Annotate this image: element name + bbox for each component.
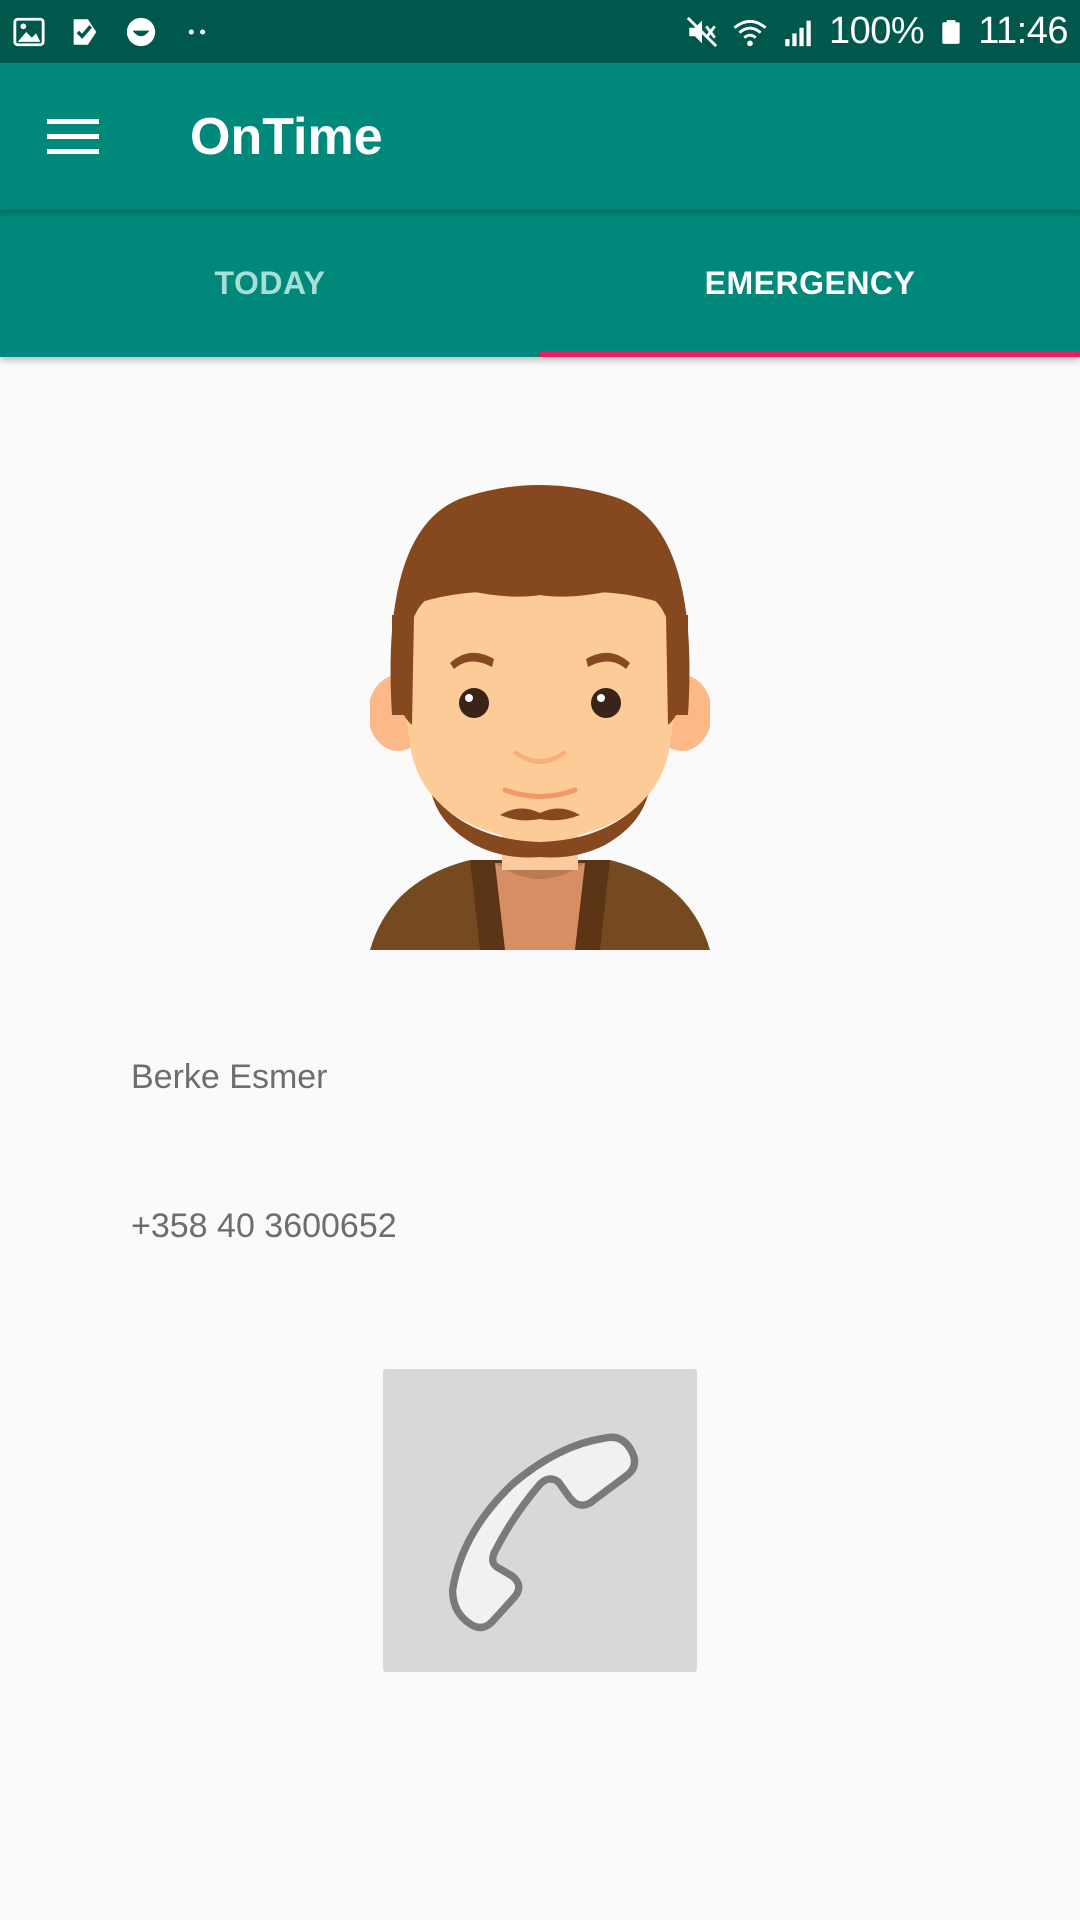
tab-label: EMERGENCY (704, 265, 916, 301)
app-title: OnTime (190, 108, 383, 166)
call-button[interactable] (383, 1369, 697, 1672)
signal-icon (785, 20, 811, 46)
tab-indicator (540, 351, 1080, 357)
tab-today[interactable]: TODAY (0, 210, 540, 357)
mute-icon (686, 16, 718, 47)
phone-handset-icon (448, 1433, 639, 1631)
contact-name: Berke Esmer (131, 1058, 328, 1096)
status-bar-notifications (12, 15, 214, 49)
wifi-icon (733, 19, 767, 46)
avatar-man-icon (370, 485, 710, 950)
status-bar: 100% 11:46 (0, 0, 1080, 63)
status-bar-system: 100% 11:46 (685, 10, 1068, 53)
hamburger-menu-icon (47, 119, 99, 154)
contact-phone: +358 40 3600652 (131, 1207, 397, 1245)
check-icon (73, 18, 97, 45)
battery-percentage: 100% (829, 10, 925, 52)
battery-icon (942, 19, 960, 44)
tab-label: TODAY (214, 265, 326, 301)
more-dots-icon (188, 28, 206, 35)
clock: 11:46 (978, 10, 1068, 52)
smile-icon (126, 17, 156, 46)
tab-bar: TODAY EMERGENCY (0, 210, 1080, 357)
tab-emergency[interactable]: EMERGENCY (540, 210, 1080, 357)
app-bar: OnTime (0, 63, 1080, 210)
menu-button[interactable] (38, 107, 108, 167)
gallery-icon (13, 17, 45, 46)
